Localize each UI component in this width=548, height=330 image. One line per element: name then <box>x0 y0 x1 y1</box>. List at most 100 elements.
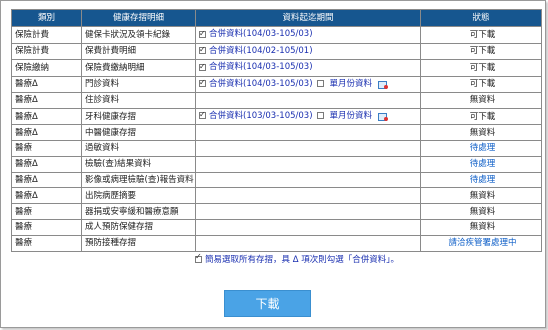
merge-data-label: 合併資料(104/02-105/01) <box>209 45 313 56</box>
merge-data-label: 合併資料(103/03-105/03) <box>209 110 313 121</box>
row-status[interactable]: 請洽疾管署處理中 <box>420 234 542 252</box>
monthly-data-label: 單月份資料 <box>329 110 373 121</box>
row-period <box>195 219 421 236</box>
row-period: 合併資料(104/03-105/03) <box>195 59 421 77</box>
row-status: 無資料 <box>420 219 542 236</box>
merge-data-checkbox[interactable] <box>199 27 206 41</box>
row-period: 合併資料(104/03-105/03) <box>195 26 421 44</box>
row-detail: 保費計費明細 <box>81 42 196 60</box>
header-category: 類別 <box>11 9 82 27</box>
merge-data-checkbox[interactable] <box>199 77 206 90</box>
table-row: 醫療Δ 影像或病理檢驗(查)報告資料 待處理 <box>11 171 542 189</box>
table-row: 醫療Δ 檢驗(查)結果資料 待處理 <box>11 155 542 173</box>
row-status[interactable]: 待處理 <box>420 171 542 189</box>
merge-data-label: 合併資料(104/03-105/03) <box>209 78 313 89</box>
download-button[interactable]: 下載 <box>224 290 311 317</box>
row-category: 醫療Δ <box>11 155 82 173</box>
row-status: 可下載 <box>420 42 542 60</box>
row-period <box>195 140 421 157</box>
row-status: 無資料 <box>420 187 542 205</box>
row-period <box>195 171 421 189</box>
table-row: 保險繳納保險費繳納明細 合併資料(104/03-105/03) 可下載 <box>11 59 542 77</box>
merge-data-option[interactable]: 合併資料(104/02-105/01) <box>199 44 313 58</box>
table-row: 醫療 預防接種存摺 請洽疾管署處理中 <box>11 234 542 252</box>
monthly-data-option[interactable]: 單月份資料 <box>316 77 389 91</box>
row-category: 醫療Δ <box>11 107 82 126</box>
row-period <box>195 124 421 142</box>
row-status[interactable]: 待處理 <box>420 155 542 173</box>
row-period: 合併資料(104/03-105/03) 單月份資料 <box>195 75 421 93</box>
row-category: 醫療Δ <box>11 171 82 189</box>
table-row: 保險計費保費計費明細 合併資料(104/02-105/01) 可下載 <box>11 42 542 60</box>
row-category: 保險計費 <box>11 42 82 60</box>
row-period <box>195 92 421 109</box>
table-row: 醫療Δ門診資料 合併資料(104/03-105/03) 單月份資料 可下載 <box>11 75 542 93</box>
monthly-data-label: 單月份資料 <box>329 78 373 89</box>
row-category: 醫療 <box>11 219 82 236</box>
table-row: 保險計費健保卡狀況及領卡紀錄 合併資料(104/03-105/03) 可下載 <box>11 26 542 44</box>
row-period: 合併資料(103/03-105/03) 單月份資料 <box>195 107 421 126</box>
row-category: 醫療Δ <box>11 92 82 109</box>
row-category: 醫療Δ <box>11 124 82 142</box>
monthly-data-checkbox[interactable] <box>316 80 324 87</box>
merge-data-option[interactable]: 合併資料(104/03-105/03) <box>199 27 313 41</box>
table-row: 醫療Δ 住診資料 無資料 <box>11 92 542 109</box>
row-category: 醫療 <box>11 203 82 221</box>
row-detail: 門診資料 <box>81 75 196 93</box>
row-status: 可下載 <box>420 26 542 44</box>
row-detail: 過敏資料 <box>81 140 196 157</box>
row-period <box>195 155 421 173</box>
row-period <box>195 203 421 221</box>
merge-data-label: 合併資料(104/03-105/03) <box>209 29 313 39</box>
row-detail: 成人預防保健存摺 <box>81 219 196 236</box>
table-row: 醫療Δ牙科健康存摺 合併資料(103/03-105/03) 單月份資料 可下載 <box>11 107 542 126</box>
calendar-icon[interactable] <box>378 80 389 89</box>
table-row: 醫療 過敏資料 待處理 <box>11 140 542 157</box>
merge-data-checkbox[interactable] <box>199 109 206 122</box>
row-category: 保險計費 <box>11 26 82 44</box>
row-status: 可下載 <box>420 107 542 126</box>
merge-data-option[interactable]: 合併資料(104/03-105/03) <box>199 77 313 91</box>
row-period: 合併資料(104/02-105/01) <box>195 42 421 60</box>
row-category: 醫療 <box>11 234 82 252</box>
row-detail: 中醫健康存摺 <box>81 124 196 142</box>
table-body: 保險計費健保卡狀況及領卡紀錄合併資料(104/03-105/03)可下載保險計費… <box>11 26 542 252</box>
row-period <box>195 187 421 205</box>
select-all-option[interactable]: 簡易選取所有存摺，具 Δ 項次則勾選「合併資料」。 <box>195 252 399 265</box>
row-detail: 住診資料 <box>81 92 196 109</box>
row-period <box>195 234 421 252</box>
row-status: 無資料 <box>420 203 542 221</box>
row-detail: 保險費繳納明細 <box>81 59 196 77</box>
monthly-data-option[interactable]: 單月份資料 <box>316 109 389 123</box>
merge-data-option[interactable]: 合併資料(104/03-105/03) <box>199 60 313 74</box>
select-all-note: 簡易選取所有存摺，具 Δ 項次則勾選「合併資料」。 <box>205 255 399 265</box>
table-row: 醫療Δ 中醫健康存摺 無資料 <box>11 124 542 142</box>
table-header-row: 類別 健康存摺明細 資料起迄期間 狀態 <box>11 9 542 27</box>
select-all-checkbox[interactable] <box>195 252 202 263</box>
row-status: 無資料 <box>420 92 542 109</box>
row-status: 可下載 <box>420 75 542 93</box>
table-row: 醫療 成人預防保健存摺 無資料 <box>11 219 542 236</box>
row-status[interactable]: 待處理 <box>420 140 542 157</box>
row-category: 醫療Δ <box>11 75 82 93</box>
row-status: 無資料 <box>420 124 542 142</box>
merge-data-checkbox[interactable] <box>199 44 206 57</box>
header-detail: 健康存摺明細 <box>81 9 196 27</box>
row-status: 可下載 <box>420 59 542 77</box>
calendar-icon[interactable] <box>378 112 389 121</box>
row-category: 醫療 <box>11 140 82 157</box>
header-status: 狀態 <box>420 9 542 27</box>
header-period: 資料起迄期間 <box>195 9 421 27</box>
row-detail: 影像或病理檢驗(查)報告資料 <box>81 171 196 189</box>
merge-data-checkbox[interactable] <box>199 60 206 74</box>
row-category: 醫療Δ <box>11 187 82 205</box>
row-detail: 預防接種存摺 <box>81 234 196 252</box>
table-row: 醫療 器捐或安寧緩和醫療意願 無資料 <box>11 203 542 221</box>
row-detail: 出院病歷摘要 <box>81 187 196 205</box>
row-detail: 健保卡狀況及領卡紀錄 <box>81 26 196 44</box>
merge-data-label: 合併資料(104/03-105/03) <box>209 62 313 72</box>
row-detail: 牙科健康存摺 <box>81 107 196 126</box>
monthly-data-checkbox[interactable] <box>316 112 324 120</box>
merge-data-option[interactable]: 合併資料(103/03-105/03) <box>199 109 313 123</box>
health-records-table: 類別 健康存摺明細 資料起迄期間 狀態 保險計費健保卡狀況及領卡紀錄合併資料(1… <box>11 9 542 252</box>
